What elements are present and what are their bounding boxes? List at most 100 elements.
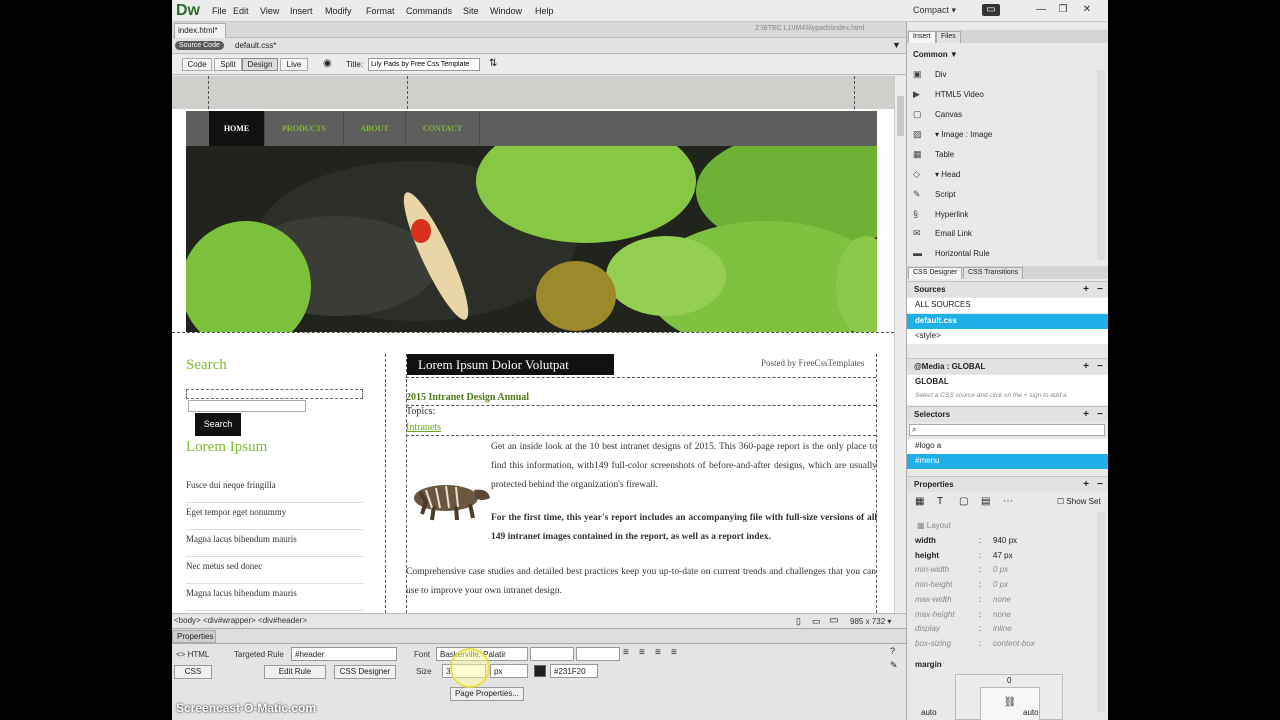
selector-search-input[interactable]: ⌕ [909, 424, 1105, 436]
menu-help[interactable]: Help [535, 6, 554, 16]
css-designer-button[interactable]: CSS Designer [334, 665, 396, 679]
help-icon[interactable]: ? [890, 646, 895, 656]
nav-products[interactable]: PRODUCTS [265, 111, 344, 146]
menu-modify[interactable]: Modify [325, 6, 352, 16]
selector-item-selected[interactable]: #menu [907, 454, 1108, 469]
source-item[interactable]: ALL SOURCES [907, 298, 1108, 313]
topic-link-intranets[interactable]: Intranets [406, 422, 441, 433]
property-row[interactable]: min-height: 0 px [915, 580, 1095, 594]
tab-insert[interactable]: Insert [908, 31, 936, 43]
font-weight-select[interactable] [576, 647, 620, 661]
property-row[interactable]: min-width: 0 px [915, 565, 1095, 579]
design-view-button[interactable]: Design [242, 58, 278, 71]
property-value[interactable]: content-box [993, 639, 1035, 648]
html-mode-button[interactable]: <> HTML [176, 650, 209, 659]
insert-panel-scrollbar[interactable] [1097, 70, 1105, 260]
file-management-icon[interactable]: ⇅ [489, 58, 497, 69]
margin-top-value[interactable]: 0 [1007, 676, 1011, 685]
sidebar-link[interactable]: Fusce dui neque fringilla [186, 476, 363, 503]
close-icon[interactable]: ✕ [1078, 4, 1096, 16]
show-set-checkbox[interactable]: ☐ Show Set [1057, 497, 1101, 506]
window-size[interactable]: 985 x 732 ▾ [850, 617, 891, 626]
remove-media-icon[interactable]: − [1097, 361, 1103, 372]
restore-icon[interactable]: ❐ [1054, 4, 1072, 16]
insert-hyperlink[interactable]: § Hyperlink [913, 205, 1093, 224]
property-row[interactable]: max-height: none [915, 610, 1095, 624]
related-file-css[interactable]: default.css* [235, 41, 276, 50]
scroll-thumb[interactable] [897, 96, 904, 136]
margin-left-value[interactable]: auto [921, 708, 937, 717]
mobile-size-icon[interactable]: ▯ [796, 616, 801, 627]
split-view-button[interactable]: Split [214, 58, 242, 71]
insert-div[interactable]: ▣ Div [913, 65, 1093, 84]
align-left-icon[interactable]: ≡ [623, 647, 629, 658]
search-button[interactable]: Search [195, 413, 241, 436]
color-input[interactable]: #231F20 [550, 664, 598, 678]
more-category-icon[interactable]: ⋯ [1003, 496, 1013, 507]
menu-site[interactable]: Site [463, 6, 479, 16]
align-center-icon[interactable]: ≡ [639, 647, 645, 658]
properties-tab[interactable]: Properties [172, 630, 216, 643]
menu-window[interactable]: Window [490, 6, 522, 16]
edit-rule-button[interactable]: Edit Rule [264, 665, 326, 679]
sidebar-link[interactable]: Magna lacus bibendum mauris [186, 530, 363, 557]
add-source-icon[interactable]: + [1083, 284, 1089, 295]
insert-image[interactable]: ▨ ▾ Image : Image [913, 125, 1093, 144]
browser-preview-icon[interactable]: ◉ [323, 58, 332, 69]
remove-selector-icon[interactable]: − [1097, 409, 1103, 420]
tab-css-transitions[interactable]: CSS Transitions [963, 267, 1024, 279]
property-value[interactable]: 0 px [993, 565, 1008, 574]
workspace-switcher[interactable]: Compact ▾ [913, 5, 956, 16]
color-swatch[interactable] [534, 665, 546, 677]
border-category-icon[interactable]: ▢ [959, 496, 968, 507]
property-row[interactable]: box-sizing: content-box [915, 639, 1095, 653]
nav-home[interactable]: HOME [209, 111, 265, 146]
targeted-rule-select[interactable]: #header [291, 647, 397, 661]
tab-css-designer[interactable]: CSS Designer [908, 267, 963, 279]
insert-html5-video[interactable]: ▶ HTML5 Video [913, 85, 1093, 104]
add-selector-icon[interactable]: + [1083, 409, 1089, 420]
css-mode-button[interactable]: CSS [174, 665, 212, 679]
font-style-select[interactable] [530, 647, 574, 661]
property-value[interactable]: inline [993, 624, 1012, 633]
media-global[interactable]: GLOBAL [907, 375, 1108, 390]
property-row[interactable]: display: inline [915, 624, 1095, 638]
layout-category-icon[interactable]: ▦ [915, 496, 924, 507]
tablet-size-icon[interactable]: ▭ [812, 616, 821, 627]
menu-format[interactable]: Format [366, 6, 395, 16]
menu-insert[interactable]: Insert [290, 6, 313, 16]
selector-item[interactable]: #logo a [907, 439, 1108, 454]
property-value[interactable]: 47 px [993, 551, 1013, 560]
code-view-button[interactable]: Code [182, 58, 212, 71]
design-scrollbar[interactable] [894, 76, 906, 613]
menu-file[interactable]: File [212, 6, 227, 16]
tab-files[interactable]: Files [936, 31, 961, 43]
size-unit-select[interactable]: px [490, 664, 528, 678]
desktop-size-icon[interactable]: ▭ [829, 615, 838, 626]
minimize-icon[interactable]: — [1032, 4, 1050, 16]
property-value[interactable]: 940 px [993, 536, 1017, 545]
insert-email-link[interactable]: ✉ Email Link [913, 224, 1093, 243]
property-value[interactable]: none [993, 610, 1011, 619]
insert-head[interactable]: ◇ ▾ Head [913, 165, 1093, 184]
insert-category-select[interactable]: Common ▼ [913, 50, 958, 59]
menu-edit[interactable]: Edit [233, 6, 249, 16]
title-input[interactable] [368, 58, 480, 71]
insert-script[interactable]: ✎ Script [913, 185, 1093, 204]
nav-about[interactable]: ABOUT [344, 111, 406, 146]
sidebar-link[interactable]: Magna lacus bibendum mauris [186, 584, 363, 611]
filter-icon[interactable]: ▼ [892, 40, 901, 50]
insert-table[interactable]: ▦ Table [913, 145, 1093, 164]
source-item-selected[interactable]: default.css [907, 314, 1108, 329]
insert-horizontal-rule[interactable]: ▬ Horizontal Rule [913, 244, 1093, 263]
document-tab[interactable]: index.html* [174, 23, 226, 38]
add-media-icon[interactable]: + [1083, 361, 1089, 372]
sidebar-link[interactable]: Eget tempor eget nonummy [186, 503, 363, 530]
sidebar-link[interactable]: Nec metus sed donec [186, 557, 363, 584]
tag-selector[interactable]: <body> <div#wrapper> <div#header> [174, 616, 307, 625]
add-property-icon[interactable]: + [1083, 479, 1089, 490]
property-row[interactable]: width: 940 px [915, 536, 1095, 550]
text-category-icon[interactable]: T [937, 496, 943, 507]
search-input[interactable] [188, 400, 306, 412]
property-value[interactable]: 0 px [993, 580, 1008, 589]
